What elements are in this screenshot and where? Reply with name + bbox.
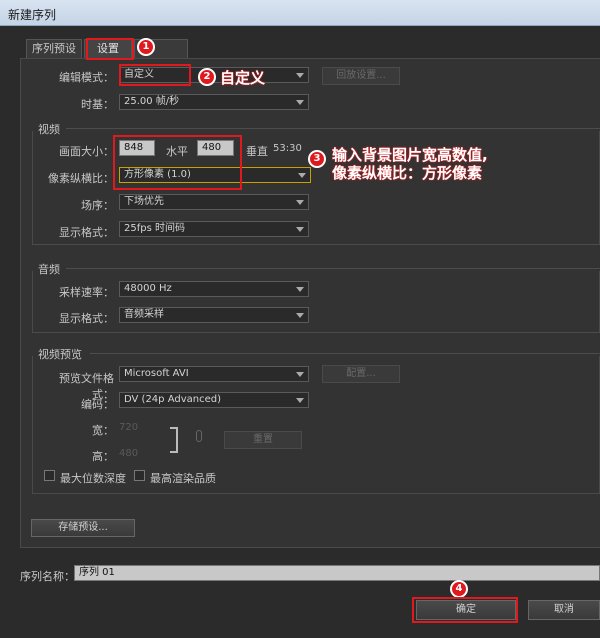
field-order-label: 场序： xyxy=(81,199,114,212)
frame-size-label: 画面大小： xyxy=(59,145,114,158)
video-display-format-label: 显示格式： xyxy=(59,226,114,239)
codec-label: 编码： xyxy=(81,398,114,411)
cancel-button[interactable]: 取消 xyxy=(528,600,600,620)
max-bit-depth-checkbox[interactable] xyxy=(44,470,55,481)
sequence-name-input[interactable]: 序列 01 xyxy=(74,565,600,581)
chevron-down-icon xyxy=(296,313,304,318)
chevron-down-icon xyxy=(296,287,304,292)
chevron-down-icon xyxy=(296,398,304,403)
divider xyxy=(66,128,600,129)
configure-button[interactable]: 配置... xyxy=(322,365,400,383)
field-order-value: 下场优先 xyxy=(124,196,164,207)
step-2-text: 自定义 xyxy=(220,69,266,87)
chevron-down-icon xyxy=(296,227,304,232)
highlight-settings-tab xyxy=(86,38,134,60)
preview-format-value: Microsoft AVI xyxy=(124,368,189,379)
codec-value: DV (24p Advanced) xyxy=(124,394,221,405)
step-3-badge: 3 xyxy=(308,150,326,168)
field-order-select[interactable]: 下场优先 xyxy=(119,194,309,210)
playback-settings-button[interactable]: 回放设置... xyxy=(322,67,400,85)
save-preset-button[interactable]: 存储预设... xyxy=(31,519,135,537)
preview-width-value: 720 xyxy=(119,422,139,433)
max-render-quality-label: 最高渲染品质 xyxy=(150,472,216,485)
chain-link-icon[interactable] xyxy=(196,430,202,442)
codec-select[interactable]: DV (24p Advanced) xyxy=(119,392,309,408)
chevron-down-icon xyxy=(296,100,304,105)
sample-rate-value: 48000 Hz xyxy=(124,283,172,294)
title-bar: 新建序列 xyxy=(0,0,600,26)
preview-height-value: 480 xyxy=(119,448,139,459)
preview-width-label: 宽： xyxy=(92,424,114,437)
audio-display-format-label: 显示格式： xyxy=(59,312,114,325)
aspect-ratio-text: 53:30 xyxy=(273,143,302,154)
audio-display-format-value: 音频采样 xyxy=(124,309,164,320)
highlight-frame-settings xyxy=(113,135,242,190)
audio-display-format-select[interactable]: 音频采样 xyxy=(119,307,309,323)
vertical-label: 垂直 xyxy=(246,145,268,158)
step-1-badge: 1 xyxy=(137,38,155,56)
sample-rate-label: 采样速率： xyxy=(59,286,114,299)
step-3-text-line2: 像素纵横比：方形像素 xyxy=(332,164,483,182)
timebase-select[interactable]: 25.00 帧/秒 xyxy=(119,94,309,110)
step-2-badge: 2 xyxy=(198,68,216,86)
max-render-quality-checkbox[interactable] xyxy=(134,470,145,481)
video-display-format-value: 25fps 时间码 xyxy=(124,223,185,234)
divider xyxy=(66,268,600,269)
reset-button[interactable]: 重置 xyxy=(224,431,302,449)
chevron-down-icon xyxy=(296,372,304,377)
max-bit-depth-label: 最大位数深度 xyxy=(60,472,126,485)
pixel-aspect-label: 像素纵横比： xyxy=(48,172,114,185)
link-bracket-icon xyxy=(170,427,178,453)
step-4-badge: 4 xyxy=(450,580,468,598)
tab-sequence-presets[interactable]: 序列预设 xyxy=(26,39,82,59)
timebase-label: 时基： xyxy=(81,98,114,111)
edit-mode-label: 编辑模式： xyxy=(59,71,114,84)
timebase-value: 25.00 帧/秒 xyxy=(124,96,180,107)
sequence-name-label: 序列名称： xyxy=(20,570,75,583)
chevron-down-icon xyxy=(298,173,306,178)
sample-rate-select[interactable]: 48000 Hz xyxy=(119,281,309,297)
audio-group xyxy=(32,271,600,333)
window-title: 新建序列 xyxy=(8,8,57,22)
chevron-down-icon xyxy=(296,200,304,205)
preview-height-label: 高： xyxy=(92,450,114,463)
chevron-down-icon xyxy=(296,73,304,78)
divider xyxy=(90,353,600,354)
preview-format-select[interactable]: Microsoft AVI xyxy=(119,366,309,382)
video-display-format-select[interactable]: 25fps 时间码 xyxy=(119,221,309,237)
highlight-edit-mode xyxy=(119,64,191,86)
highlight-ok-button xyxy=(412,597,518,623)
